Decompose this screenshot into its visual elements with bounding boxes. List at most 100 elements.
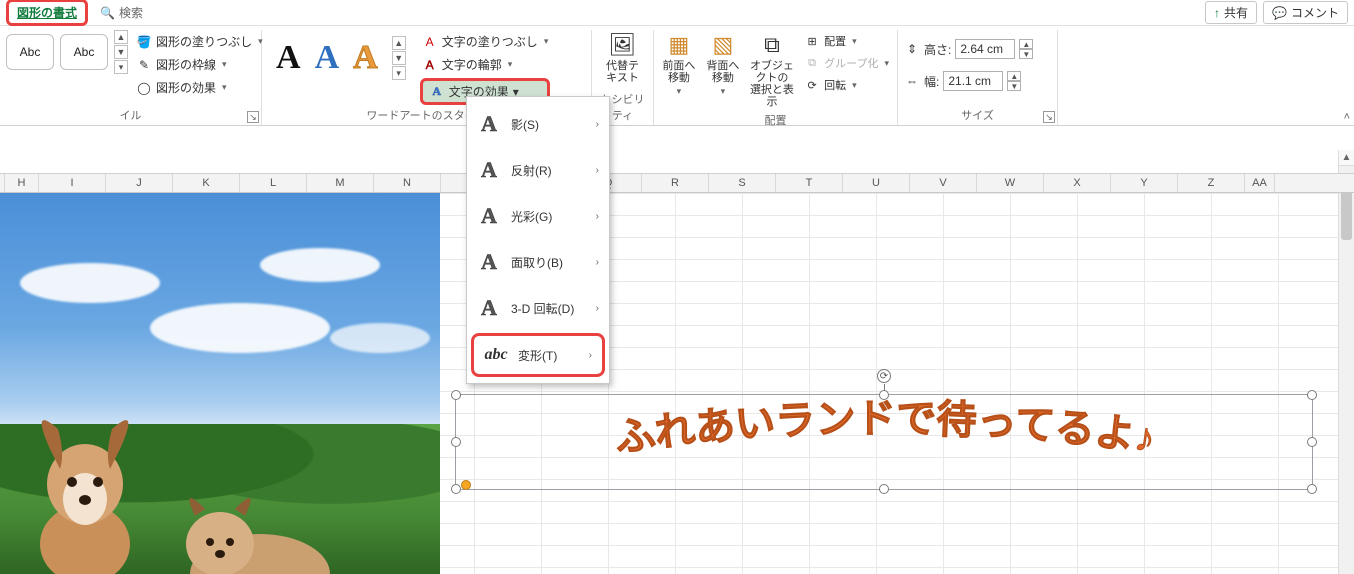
rotate-handle-icon[interactable]: ⟳ <box>877 369 891 383</box>
bring-forward-icon: ▦ <box>669 32 690 58</box>
size-group-label: サイズ <box>904 105 1051 125</box>
col-i[interactable]: I <box>39 174 106 192</box>
inserted-picture[interactable] <box>0 193 440 574</box>
col-u[interactable]: U <box>843 174 910 192</box>
bring-forward-button[interactable]: ▦ 前面へ 移動▾ <box>660 30 698 99</box>
gallery-up-icon[interactable]: ▲ <box>114 30 128 44</box>
glow-icon: A <box>477 203 501 229</box>
shape-fill-button[interactable]: 🪣 図形の塗りつぶし▾ <box>134 32 265 51</box>
send-backward-button[interactable]: ▧ 背面へ 移動▾ <box>704 30 742 99</box>
collapse-ribbon-icon[interactable]: ˄ <box>1344 111 1350 123</box>
submenu-arrow-icon: › <box>596 303 599 314</box>
width-input[interactable]: 21.1 cm <box>943 71 1003 91</box>
gallery-more-icon[interactable]: ▾ <box>114 60 128 74</box>
shape-outline-button[interactable]: ✎ 図形の枠線▾ <box>134 55 265 74</box>
reflection-icon: A <box>477 157 501 183</box>
shape-outline-label: 図形の枠線 <box>156 56 216 73</box>
col-k[interactable]: K <box>173 174 240 192</box>
submenu-arrow-icon: › <box>589 350 592 361</box>
wa-gallery-more-icon[interactable]: ▾ <box>392 66 406 80</box>
col-x[interactable]: X <box>1044 174 1111 192</box>
gallery-down-icon[interactable]: ▼ <box>114 45 128 59</box>
height-input[interactable]: 2.64 cm <box>955 39 1015 59</box>
menu-reflection[interactable]: A 反射(R) › <box>467 147 609 193</box>
svg-text:ふれあいランドで待ってるよ♪: ふれあいランドで待ってるよ♪ <box>612 397 1158 461</box>
scroll-up-icon[interactable]: ▲ <box>1339 150 1354 166</box>
col-m[interactable]: M <box>307 174 374 192</box>
group-btn-label: グループ化 <box>824 55 878 71</box>
wordart-style-1[interactable]: A <box>276 41 301 75</box>
shape-styles-group-label: イル <box>6 105 255 125</box>
text-effects-icon: A <box>429 84 445 99</box>
menu-shadow[interactable]: A 影(S) › <box>467 101 609 147</box>
wordart-object[interactable]: ⟳ ふれあいランドで待ってるよ♪ <box>455 394 1313 490</box>
tab-shape-format[interactable]: 図形の書式 <box>6 0 88 26</box>
size-dialog-launcher[interactable]: ↘ <box>1043 111 1055 123</box>
worksheet-grid[interactable]: ⟳ ふれあいランドで待ってるよ♪ <box>0 193 1354 574</box>
search-box[interactable]: 🔍 検索 <box>100 4 143 21</box>
col-z[interactable]: Z <box>1178 174 1245 192</box>
col-h[interactable]: H <box>5 174 39 192</box>
shadow-icon: A <box>477 111 501 137</box>
menu-3d-rotation[interactable]: A 3-D 回転(D) › <box>467 285 609 331</box>
text-outline-label: 文字の輪郭 <box>442 56 502 73</box>
shape-fill-label: 図形の塗りつぶし <box>156 33 252 50</box>
vertical-scrollbar[interactable]: ▲ <box>1338 150 1354 574</box>
share-button[interactable]: ↑ 共有 <box>1205 1 1257 24</box>
wordart-style-3[interactable]: A <box>353 41 378 75</box>
shape-effects-label: 図形の効果 <box>156 79 216 96</box>
wordart-text: ふれあいランドで待ってるよ♪ <box>456 397 1312 496</box>
selection-pane-label: オブジェクトの 選択と表示 <box>750 60 794 108</box>
menu-3d-rotation-label: 3-D 回転(D) <box>511 300 586 317</box>
menu-bevel[interactable]: A 面取り(B) › <box>467 239 609 285</box>
col-aa[interactable]: AA <box>1245 174 1275 192</box>
height-label: 高さ: <box>924 41 951 58</box>
shape-effects-button[interactable]: ◯ 図形の効果▾ <box>134 78 265 97</box>
shape-style-preview-2[interactable]: Abc <box>60 34 108 70</box>
rotate-button[interactable]: ⟳ 回転▾ <box>802 76 891 94</box>
dog-image-2 <box>150 454 350 574</box>
shape-style-preview-1[interactable]: Abc <box>6 34 54 70</box>
text-fill-button[interactable]: A 文字の塗りつぶし▾ <box>420 32 551 51</box>
col-n[interactable]: N <box>374 174 441 192</box>
col-y[interactable]: Y <box>1111 174 1178 192</box>
submenu-arrow-icon: › <box>596 211 599 222</box>
submenu-arrow-icon: › <box>596 165 599 176</box>
col-s[interactable]: S <box>709 174 776 192</box>
text-outline-button[interactable]: A 文字の輪郭▾ <box>420 55 551 74</box>
comment-button[interactable]: 💬 コメント <box>1263 1 1348 24</box>
col-l[interactable]: L <box>240 174 307 192</box>
col-j[interactable]: J <box>106 174 173 192</box>
menu-shadow-label: 影(S) <box>511 116 586 133</box>
rotate-label: 回転 <box>824 77 846 93</box>
col-w[interactable]: W <box>977 174 1044 192</box>
col-t[interactable]: T <box>776 174 843 192</box>
alt-text-button[interactable]: 🖼 代替テ キスト <box>598 30 647 86</box>
align-button[interactable]: ⊞ 配置▾ <box>802 32 891 50</box>
rotate-icon: ⟳ <box>804 79 820 92</box>
menu-reflection-label: 反射(R) <box>511 162 586 179</box>
menu-transform-label: 変形(T) <box>518 347 579 364</box>
transform-icon: abc <box>484 346 508 364</box>
height-down-icon[interactable]: ▼ <box>1019 49 1033 59</box>
wordart-style-2[interactable]: A <box>315 41 340 75</box>
submenu-arrow-icon: › <box>596 257 599 268</box>
comment-icon: 💬 <box>1272 6 1287 20</box>
arrange-group-label: 配置 <box>660 110 891 130</box>
text-effects-menu: A 影(S) › A 反射(R) › A 光彩(G) › A 面取り(B) › … <box>466 96 610 384</box>
height-up-icon[interactable]: ▲ <box>1019 39 1033 49</box>
col-r[interactable]: R <box>642 174 709 192</box>
width-down-icon[interactable]: ▼ <box>1007 81 1021 91</box>
shape-styles-dialog-launcher[interactable]: ↘ <box>247 111 259 123</box>
selection-pane-button[interactable]: ⧉ オブジェクトの 選択と表示 <box>748 30 796 110</box>
wa-gallery-up-icon[interactable]: ▲ <box>392 36 406 50</box>
menu-bevel-label: 面取り(B) <box>511 254 586 271</box>
alt-text-icon: 🖼 <box>609 32 637 58</box>
text-outline-icon: A <box>422 58 438 72</box>
menu-transform[interactable]: abc 変形(T) › <box>471 333 605 377</box>
wa-gallery-down-icon[interactable]: ▼ <box>392 51 406 65</box>
width-up-icon[interactable]: ▲ <box>1007 71 1021 81</box>
group-icon: ⧉ <box>804 57 820 70</box>
menu-glow[interactable]: A 光彩(G) › <box>467 193 609 239</box>
col-v[interactable]: V <box>910 174 977 192</box>
